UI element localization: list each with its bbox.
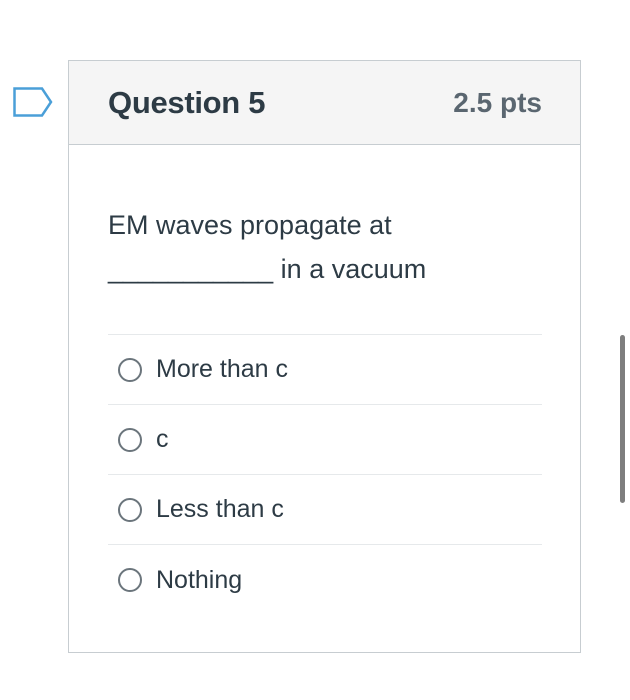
answer-label[interactable]: c	[156, 425, 169, 454]
question-text-line-1: EM waves propagate at	[108, 210, 392, 240]
radio-unselected-icon[interactable]	[118, 427, 142, 452]
radio-unselected-icon[interactable]	[118, 497, 142, 522]
question-points: 2.5 pts	[453, 86, 542, 118]
question-header: Question 5 2.5 pts	[69, 61, 580, 145]
vertical-scrollbar[interactable]	[620, 335, 625, 503]
quiz-page: Question 5 2.5 pts EM waves propagate at…	[0, 0, 630, 700]
answer-option-c[interactable]: c	[108, 405, 542, 475]
radio-unselected-icon[interactable]	[118, 357, 142, 382]
answer-label[interactable]: Nothing	[156, 566, 242, 595]
radio-unselected-icon[interactable]	[118, 568, 142, 592]
answer-option-less-than-c[interactable]: Less than c	[108, 475, 542, 545]
answer-option-nothing[interactable]: Nothing	[108, 545, 542, 615]
question-body: EM waves propagate at ___________ in a v…	[69, 203, 580, 615]
answer-list: More than c c Less than c Nothing	[108, 334, 542, 615]
answer-label[interactable]: More than c	[156, 355, 288, 384]
question-title: Question 5	[108, 84, 266, 120]
flag-question-icon[interactable]	[13, 87, 53, 117]
question-text: EM waves propagate at ___________ in a v…	[108, 203, 448, 291]
answer-label[interactable]: Less than c	[156, 495, 284, 524]
question-card: Question 5 2.5 pts EM waves propagate at…	[68, 60, 581, 653]
answer-option-more-than-c[interactable]: More than c	[108, 335, 542, 405]
question-text-line-2: ___________ in a vacuum	[108, 254, 427, 284]
